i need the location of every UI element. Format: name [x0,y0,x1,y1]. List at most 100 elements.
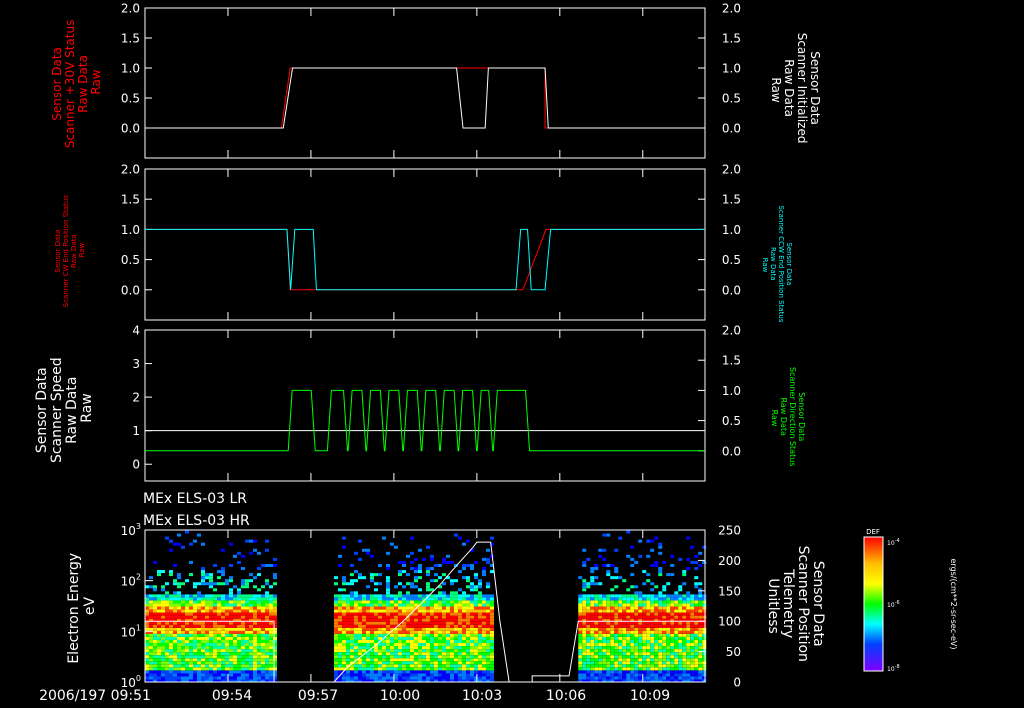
spectrogram-pixel [481,627,486,631]
spectrogram-pixel [453,652,458,656]
spectrogram-pixel [157,643,161,647]
spectrogram-pixel [473,639,478,643]
spectrogram-pixel [269,633,273,637]
spectrogram-pixel [397,594,402,598]
spectrogram-pixel [393,655,398,659]
spectrogram-pixel [465,646,470,650]
spectrogram-pixel [413,658,418,662]
spectrogram-pixel [409,676,414,680]
spectrogram-pixel [441,649,446,653]
spectrogram-pixel [449,594,454,598]
spectrogram-pixel [197,594,201,598]
spectrogram-pixel [682,600,687,604]
spectrogram-pixel [261,615,265,619]
spectrogram-pixel [185,597,189,601]
spectrogram-pixel [249,594,253,598]
spectrogram-pixel [245,582,249,586]
spectrogram-pixel [642,667,647,671]
spectrogram-pixel [449,600,454,604]
spectrogram-pixel [233,636,237,640]
spectrogram-pixel [357,603,362,607]
spectrogram-pixel [650,649,655,653]
spectrogram-pixel [233,594,237,598]
spectrogram-pixel [602,646,607,650]
spectrogram-pixel [385,664,390,668]
spectrogram-pixel [381,670,386,674]
spectrogram-pixel [682,661,687,665]
spectrogram-pixel [634,594,639,598]
spectrogram-pixel [393,649,398,653]
spectrogram-pixel [630,673,635,677]
spectrogram-pixel [638,600,643,604]
spectrogram-pixel [666,573,671,577]
spectrogram-pixel [189,639,193,643]
spectrogram-pixel [333,612,338,616]
spectrogram-pixel [441,609,446,613]
spectrogram-pixel [237,615,241,619]
spectrogram-pixel [662,652,667,656]
right-tick-label: 0.0 [722,444,741,458]
spectrogram-pixel [241,612,245,616]
spectrogram-pixel [333,600,338,604]
spectrogram-pixel [245,615,249,619]
spectrogram-pixel [365,597,370,601]
spectrogram-pixel [365,664,370,668]
spectrogram-pixel [654,676,659,680]
spectrogram-pixel [489,639,494,643]
spectrogram-pixel [377,627,382,631]
spectrogram-pixel [381,646,386,650]
spectrogram-pixel [594,594,599,598]
spectrogram-pixel [445,594,450,598]
spectrogram-pixel [341,582,346,586]
spectrogram-pixel [670,594,675,598]
spectrogram-pixel [373,633,378,637]
spectrogram-pixel [654,624,659,628]
spectrogram-pixel [261,667,265,671]
spectrogram-pixel [449,652,454,656]
spectrogram-pixel [646,661,651,665]
spectrogram-pixel [634,560,639,564]
spectrogram-pixel [666,658,671,662]
spectrogram-pixel [349,636,354,640]
spectrogram-pixel [578,639,583,643]
spectrogram-pixel [365,600,370,604]
spectrogram-pixel [662,643,667,647]
spectrogram-pixel [373,636,378,640]
spectrogram-pixel [670,639,675,643]
spectrogram-pixel [173,673,177,677]
spectrogram-pixel [630,600,635,604]
spectrogram-pixel [698,639,703,643]
spectrogram-pixel [209,639,213,643]
spectrogram-pixel [253,664,257,668]
spectrogram-pixel [658,570,663,574]
spectrogram-pixel [594,658,599,662]
spectrogram-pixel [349,630,354,634]
spectrogram-pixel [165,646,169,650]
spectrogram-pixel [241,633,245,637]
spectrogram-pixel [694,655,699,659]
spectrogram-pixel [437,627,442,631]
spectrogram-pixel [461,646,466,650]
spectrogram-pixel [165,655,169,659]
spectrogram-pixel [481,646,486,650]
spectrogram-pixel [658,600,663,604]
spectrogram-pixel [385,582,390,586]
spectrogram-pixel [465,621,470,625]
spectrogram-pixel [626,670,631,674]
spectrogram-pixel [413,612,418,616]
spectrogram-pixel [634,655,639,659]
spectrogram-pixel [445,667,450,671]
spectrogram-pixel [485,594,490,598]
spectrogram-pixel [165,652,169,656]
spectrogram-pixel [485,597,490,601]
spectrogram-pixel [233,667,237,671]
spectrogram-pixel [465,606,470,610]
spectrogram-pixel [197,646,201,650]
spectrogram-pixel [602,630,607,634]
els-summary-plot: 0.00.51.01.52.0 0.00.51.01.52.0 Sensor D… [0,0,1024,708]
spectrogram-pixel [181,609,185,613]
spectrogram-pixel [357,594,362,598]
spectrogram-pixel [197,612,201,616]
spectrogram-pixel [469,676,474,680]
spectrogram-pixel [662,636,667,640]
